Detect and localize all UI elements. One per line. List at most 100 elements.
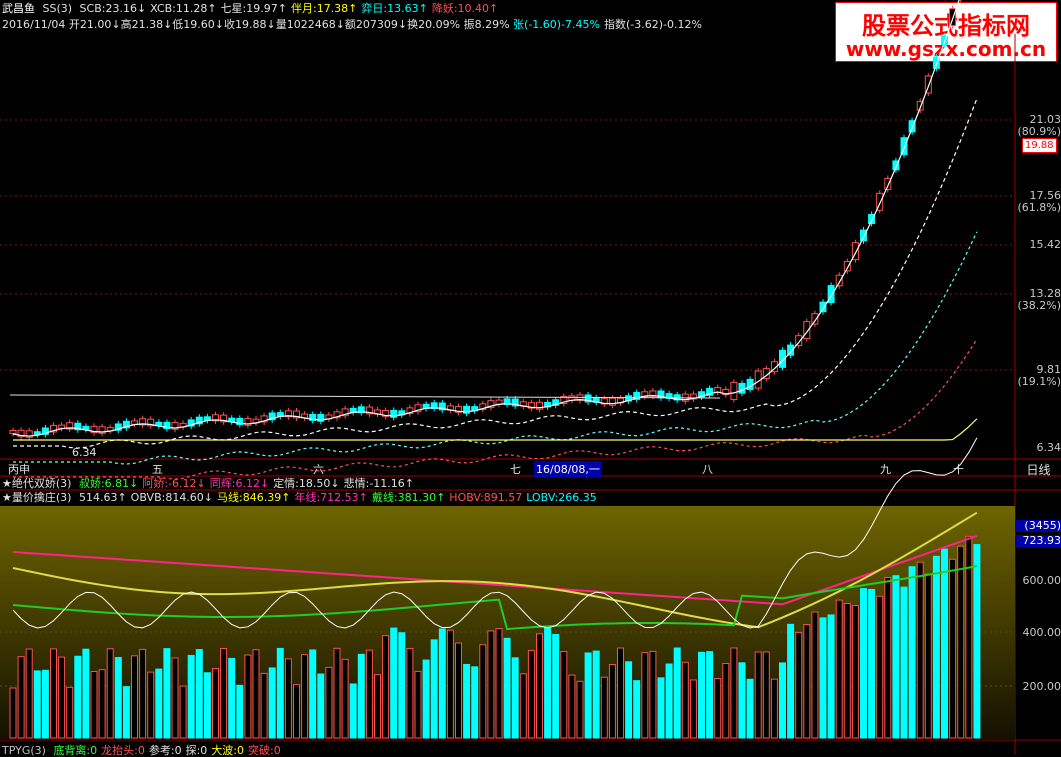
volume-bar (430, 639, 438, 739)
volume-bar (147, 671, 155, 739)
candle (390, 407, 398, 421)
volume-bar (446, 629, 454, 739)
candle (58, 422, 66, 432)
candle (284, 407, 292, 420)
volume-bar (544, 627, 552, 739)
candle (746, 376, 754, 393)
candle (706, 385, 714, 399)
sub3-value-1: 龙抬头:0 (101, 744, 145, 757)
candle (114, 420, 122, 434)
volume-bar (908, 566, 916, 739)
candle (892, 157, 900, 173)
candle (665, 390, 673, 402)
candle (220, 412, 228, 425)
candle (187, 416, 195, 430)
volume-bar (463, 663, 471, 739)
candle (212, 411, 219, 424)
candle (625, 392, 633, 405)
volume-bar (576, 680, 584, 739)
candle (98, 423, 106, 437)
selected-date[interactable]: 16/08/08,一 (534, 461, 602, 477)
volume-axis-label: 200.00 (1022, 680, 1061, 693)
volume-bar (787, 623, 795, 739)
sub3-name[interactable]: TPYG(3) (2, 744, 46, 757)
volume-bar (681, 661, 689, 739)
volume-bar (33, 670, 41, 739)
sub2-name[interactable]: ★量价擒庄(3) (2, 491, 71, 504)
volume-bar (762, 651, 770, 739)
volume-bar (949, 558, 957, 739)
sub1-value-1: 阿娇:-6.12↓ (142, 477, 206, 490)
candle (33, 428, 41, 438)
price-axis-pct: (80.9%) (1017, 125, 1061, 138)
volume-bar (795, 631, 803, 739)
volume-bar (649, 650, 657, 739)
volume-bar (422, 659, 430, 739)
volume-bar (673, 647, 681, 739)
volume-bar (860, 588, 867, 739)
candle (260, 412, 268, 425)
volume-bar (82, 648, 90, 739)
candle (276, 409, 284, 420)
candle (414, 401, 422, 415)
sub1-name[interactable]: ★绝代双娇(3) (2, 477, 71, 490)
volume-bar (527, 649, 535, 739)
volume-bar (155, 668, 163, 739)
volume-bar (74, 655, 82, 739)
volume-bar (746, 678, 754, 739)
sub1-header: ★绝代双娇(3) 叔娇:6.81↓ 阿娇:-6.12↓ 同辉:6.12↓ 定情:18.… (2, 477, 422, 490)
candle (66, 419, 74, 433)
volume-axis-label: 600.00 (1022, 574, 1061, 587)
volume-bar (827, 614, 835, 739)
sub2-value-4: 戴线:381.30↑ (371, 491, 446, 504)
candle (560, 393, 568, 407)
volume-bar (301, 654, 309, 739)
volume-bar (884, 576, 892, 739)
volume-bar (25, 648, 33, 739)
volume-axis-label: (3455) (1016, 520, 1061, 532)
candle (252, 416, 260, 426)
volume-bar (722, 662, 730, 739)
candle (552, 396, 560, 409)
volume-bar (957, 545, 965, 739)
candle (536, 399, 543, 413)
candle (657, 387, 665, 401)
volume-bar (349, 683, 357, 739)
period-label[interactable]: 日线 (1016, 461, 1061, 478)
candle (131, 417, 138, 428)
candle (139, 415, 147, 428)
volume-bar (924, 573, 932, 739)
volume-axis-label: 400.00 (1022, 626, 1061, 639)
candle (147, 416, 155, 429)
volume-bar (843, 603, 851, 739)
month-label: 七 (510, 463, 521, 476)
volume-bar (131, 655, 138, 739)
sub1-value-4: 悲情:-11.16↑ (343, 477, 414, 490)
price-axis-pct: (19.1%) (1017, 375, 1061, 388)
candle (244, 415, 252, 429)
candle (738, 380, 746, 397)
candle (268, 410, 276, 423)
chart-canvas[interactable] (0, 0, 1061, 755)
volume-bar (698, 651, 705, 739)
volume-bar (50, 648, 57, 739)
candle (714, 384, 722, 396)
sub2-value-3: 年线:712.53↑ (294, 491, 368, 504)
candle (430, 399, 438, 412)
volume-bar (268, 667, 276, 739)
volume-bar (220, 648, 228, 739)
volume-bar (9, 687, 17, 739)
volume-bar (511, 657, 519, 739)
volume-bar (892, 575, 900, 739)
candle (876, 190, 884, 214)
volume-bar (811, 611, 819, 739)
candle (398, 407, 406, 418)
month-label: 五 (152, 463, 163, 476)
candle (293, 408, 300, 421)
candle (309, 411, 317, 424)
candle (365, 404, 373, 417)
sub3-value-4: 大波:0 (211, 744, 245, 757)
volume-bar (665, 663, 673, 739)
volume-bar (552, 633, 560, 739)
volume-bar (244, 654, 252, 739)
